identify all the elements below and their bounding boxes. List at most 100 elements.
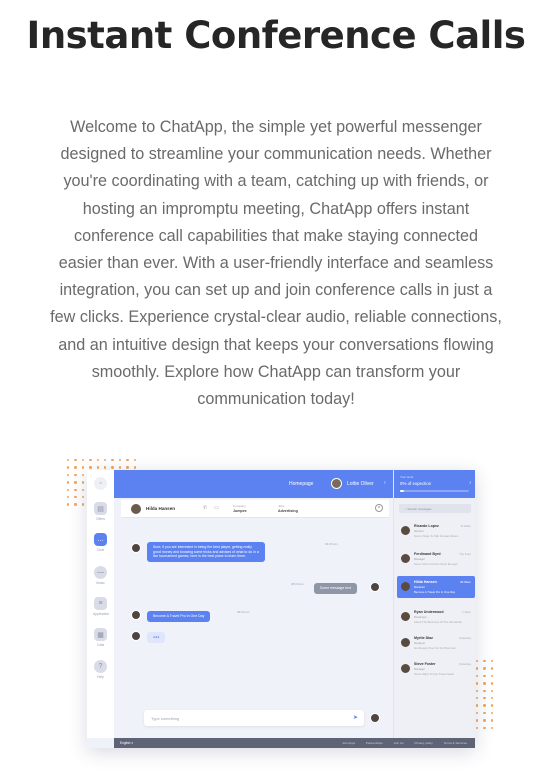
dot: [96, 459, 99, 462]
progress-title: 0% of expection: [400, 481, 432, 486]
homepage-link[interactable]: Homepage: [289, 481, 313, 487]
dot: [490, 660, 494, 663]
rail-label: Calls: [96, 643, 105, 647]
dot: [103, 459, 107, 462]
dot: [67, 503, 70, 506]
dot: [67, 488, 70, 491]
message-time: 08:00 am: [291, 582, 304, 586]
message-bubble: Sure, if you are interested in being the…: [147, 542, 265, 562]
contact-item[interactable]: Hilda Hansen Marketer Become A Travel Pr…: [397, 576, 475, 598]
message-time: 03:00 am: [325, 542, 338, 546]
dot: [67, 473, 70, 477]
dot: [483, 696, 486, 700]
footer-link[interactable]: Privacy policy: [414, 741, 432, 745]
contact-preview: Some Ways To Get Travel Ideas: [414, 671, 454, 676]
footer-links: Join Apps Partnerships Join Us Privacy p…: [332, 741, 467, 745]
app-screenshot: ◦ ▤ Offers … Chat — Music ≡ Application …: [87, 470, 475, 748]
contact-name: Ricardo Lopez: [414, 524, 439, 528]
dot: [483, 719, 486, 722]
dot: [74, 503, 77, 506]
dot: [81, 473, 85, 477]
avatar[interactable]: [331, 478, 342, 489]
top-bar: Homepage Lottie Oliver ›: [114, 470, 393, 498]
contact-item[interactable]: Ryan Underwood Developer About The Busin…: [397, 606, 475, 628]
dot: [490, 696, 494, 700]
rail-item-offers[interactable]: ▤ Offers: [93, 502, 108, 521]
contact-name: Hilda Hansen: [414, 580, 437, 584]
dot: [74, 495, 77, 499]
contact-item[interactable]: Ricardo Lopez Director Some things To Ta…: [397, 520, 475, 542]
footer-link[interactable]: Terms & Services: [444, 741, 467, 745]
dot: [74, 459, 77, 462]
avatar: [401, 612, 410, 621]
intro-paragraph: Welcome to ChatApp, the simple yet power…: [50, 118, 502, 409]
contact-time: 09:45am: [460, 580, 471, 584]
progress-fill: [400, 490, 405, 492]
rail-item-music[interactable]: — Music: [93, 566, 108, 585]
search-placeholder: Search messages: [407, 507, 432, 511]
rail-item-application[interactable]: ≡ Application: [93, 597, 109, 616]
contact-role: Marketer: [414, 584, 426, 589]
contact-preview: Some things To Talk Forward About...: [414, 533, 461, 538]
rail-logo[interactable]: ◦: [93, 477, 108, 490]
dot: [96, 466, 99, 469]
dot: [67, 481, 70, 484]
dot: [118, 459, 122, 462]
dot: [476, 704, 479, 707]
avatar: [370, 582, 380, 592]
footer-link[interactable]: Join Us: [394, 741, 404, 745]
company-value: Jumpee: [233, 509, 247, 513]
user-name[interactable]: Lottie Oliver: [347, 481, 374, 487]
dot: [490, 682, 494, 685]
rail-item-help[interactable]: ? Help: [93, 660, 108, 679]
contact-name: Steve Foster: [414, 662, 436, 666]
briefcase-icon: ▤: [94, 502, 107, 515]
contact-name: Ryan Underwood: [414, 610, 444, 614]
video-icon[interactable]: ▭: [214, 505, 219, 511]
rail-item-calls[interactable]: ▦ Calls: [93, 628, 108, 647]
phone-icon[interactable]: ✆: [203, 505, 207, 511]
contact-item[interactable]: Steve Foster Manager Some Ways To Get Tr…: [397, 658, 475, 680]
dot: [483, 704, 486, 707]
message-input[interactable]: Type something ➤: [144, 710, 364, 726]
contact-item[interactable]: Ferdinand Byrd Manager Some Short And No…: [397, 548, 475, 570]
progress-bar: [400, 490, 469, 492]
send-icon[interactable]: ➤: [353, 714, 358, 721]
dot: [89, 459, 92, 462]
dot: [74, 481, 77, 484]
music-icon: —: [94, 566, 107, 579]
contact-time: 11:22am: [460, 524, 471, 528]
search-input[interactable]: ⌕ Search messages: [399, 504, 471, 513]
dot: [483, 682, 486, 685]
message-placeholder: Type something: [151, 716, 180, 721]
contact-role: Manager: [414, 556, 426, 561]
contact-item[interactable]: Myrtle Diaz Designer Get Ready Over For …: [397, 632, 475, 654]
dot: [490, 726, 494, 729]
typing-indicator: ●●●: [147, 632, 166, 643]
dot: [126, 466, 129, 469]
contact-preview: About The Business Of The Wonderful: [414, 619, 462, 624]
dot: [89, 466, 92, 469]
dot: [476, 660, 479, 663]
footer-link[interactable]: Partnerships: [366, 741, 383, 745]
dot: [483, 711, 486, 715]
rail-item-chat[interactable]: … Chat: [93, 533, 108, 552]
dot: [490, 719, 494, 722]
chevron-right-icon[interactable]: ›: [384, 480, 386, 486]
dot: [476, 689, 479, 692]
message-bubble: Some message text: [314, 583, 357, 594]
avatar: [370, 713, 380, 723]
dot: [118, 466, 122, 469]
dot: [81, 466, 85, 469]
chevron-right-icon[interactable]: ›: [469, 480, 471, 486]
dot: [81, 503, 85, 506]
footer-link[interactable]: Join Apps: [342, 741, 355, 745]
help-icon: ?: [94, 660, 107, 673]
close-icon[interactable]: ×: [375, 504, 383, 512]
language-select[interactable]: English ▾: [120, 741, 133, 745]
contact-time: Yesterday: [458, 662, 471, 666]
dot: [483, 667, 486, 670]
dot: [126, 459, 129, 462]
dot: [476, 667, 479, 670]
rail-label: Chat: [97, 548, 104, 552]
